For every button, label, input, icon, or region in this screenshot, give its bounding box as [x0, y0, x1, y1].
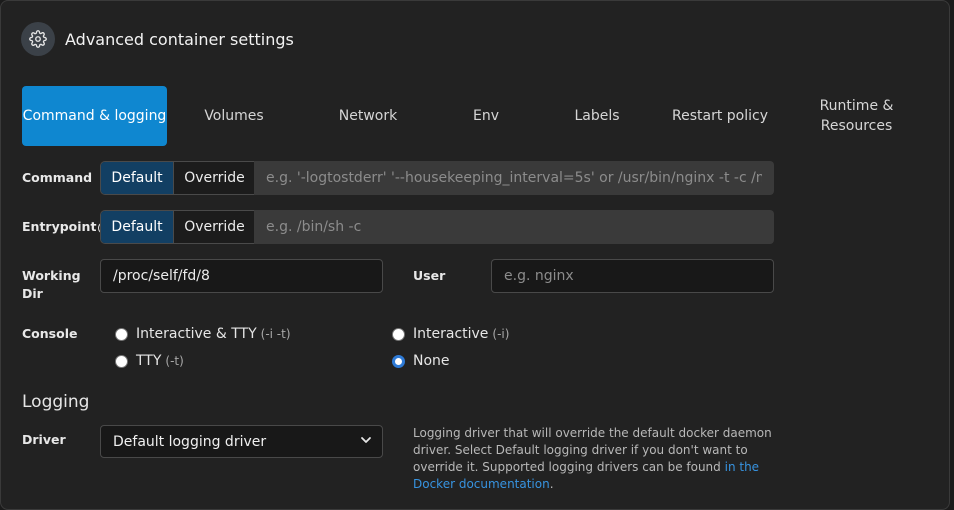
tab-volumes[interactable]: Volumes [167, 86, 301, 146]
console-interactive-option[interactable]: Interactive (-i) [392, 326, 509, 342]
entrypoint-label: Entrypoint? [22, 218, 111, 236]
command-default-button[interactable]: Default [101, 162, 173, 194]
logging-help-text: Logging driver that will override the de… [413, 426, 772, 474]
logging-driver-select[interactable]: Default logging driver [100, 425, 383, 458]
command-override-button[interactable]: Override [173, 162, 255, 194]
radio-interactive[interactable] [392, 327, 405, 341]
tty-label: TTY [136, 353, 162, 369]
panel-title: Advanced container settings [65, 29, 294, 49]
panel-header: Advanced container settings [21, 22, 294, 56]
logging-driver-help: Logging driver that will override the de… [413, 425, 783, 493]
command-mode-toggle: Default Override [100, 161, 256, 195]
entrypoint-mode-toggle: Default Override [100, 210, 256, 244]
interactive-flag: (-i) [492, 327, 510, 341]
working-dir-label: Working Dir [22, 267, 81, 303]
entrypoint-label-text: Entrypoint [22, 219, 97, 234]
tab-labels[interactable]: Labels [537, 86, 657, 146]
entrypoint-override-button[interactable]: Override [173, 211, 255, 243]
interactive-tty-flag: (-i -t) [260, 327, 291, 341]
console-none-option[interactable]: None [392, 353, 450, 369]
tab-restart-policy[interactable]: Restart policy [657, 86, 783, 146]
radio-tty[interactable] [115, 354, 128, 368]
working-dir-input[interactable] [100, 259, 383, 293]
gear-icon [21, 22, 55, 56]
tab-runtime-resources[interactable]: Runtime & Resources [783, 86, 930, 146]
entrypoint-default-button[interactable]: Default [101, 211, 173, 243]
advanced-settings-panel: Advanced container settings Command & lo… [0, 0, 950, 510]
tab-network[interactable]: Network [301, 86, 435, 146]
command-input[interactable] [254, 161, 774, 195]
driver-label: Driver [22, 432, 66, 447]
chevron-down-icon [360, 434, 372, 450]
working-dir-label-line1: Working [22, 268, 81, 283]
logging-help-end: . [549, 477, 554, 491]
entrypoint-input[interactable] [254, 210, 774, 244]
user-label: User [413, 268, 446, 283]
interactive-tty-label: Interactive & TTY [136, 326, 257, 342]
radio-none[interactable] [392, 354, 405, 368]
console-tty-option[interactable]: TTY (-t) [115, 353, 184, 369]
tab-env[interactable]: Env [435, 86, 537, 146]
console-label: Console [22, 326, 78, 341]
interactive-label: Interactive [413, 326, 489, 342]
command-label: Command [22, 170, 93, 185]
tty-flag: (-t) [165, 354, 184, 368]
radio-interactive-tty[interactable] [115, 327, 128, 341]
tab-command-logging[interactable]: Command & logging [22, 86, 167, 146]
working-dir-label-line2: Dir [22, 286, 43, 301]
console-interactive-tty-option[interactable]: Interactive & TTY (-i -t) [115, 326, 291, 342]
none-label: None [413, 353, 450, 369]
settings-tabs: Command & logging Volumes Network Env La… [22, 86, 930, 146]
logging-driver-value: Default logging driver [113, 433, 267, 450]
user-input[interactable] [491, 259, 774, 293]
logging-section-title: Logging [22, 392, 90, 412]
